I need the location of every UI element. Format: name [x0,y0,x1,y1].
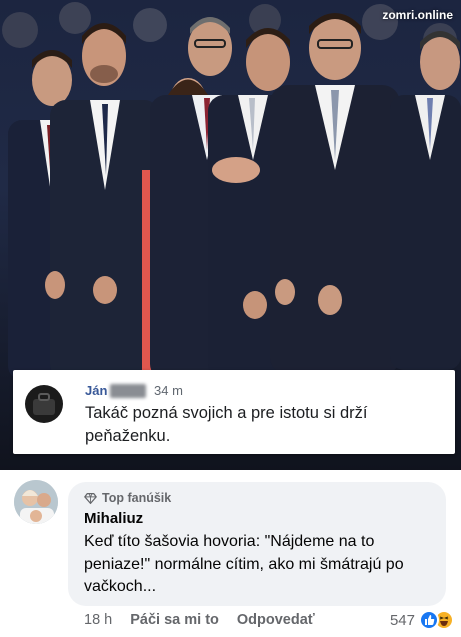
news-photo[interactable]: zomri.online Ján 34 m Takáč pozná svojic… [0,0,461,470]
comment-text: Keď títo šašovia hovoria: "Nájdeme na to… [84,533,404,595]
reaction-icons [419,610,455,630]
commenter-avatar[interactable] [14,480,58,524]
badge-label: Top fanúšik [102,491,172,505]
redacted-surname [110,384,146,398]
watermark: zomri.online [382,8,453,22]
embedded-comment-text: Takáč pozná svojich a pre istotu si drží… [85,404,368,445]
like-icon [419,610,439,630]
comment-actions: 18 h Páči sa mi to Odpovedať [84,612,315,628]
reaction-summary[interactable]: 547 [390,610,455,630]
reaction-count: 547 [389,611,415,629]
embedded-comment-author: Ján [85,383,108,398]
top-fan-badge: Top fanúšik [84,491,171,505]
comment-time[interactable]: 18 h [84,612,112,628]
comment-bubble: Top fanúšik Mihaliuz Keď títo šašovia ho… [68,482,446,606]
avatar-photo [14,480,58,524]
embedded-comment-time: 34 m [154,383,183,398]
diamond-icon [84,492,97,504]
reply-button[interactable]: Odpovedať [237,612,315,628]
comment-author[interactable]: Mihaliuz [84,510,143,527]
luggage-icon [33,393,55,415]
embedded-comment-avatar [25,385,63,423]
embedded-comment-card: Ján 34 m Takáč pozná svojich a pre istot… [13,370,455,454]
like-button[interactable]: Páči sa mi to [130,612,219,628]
